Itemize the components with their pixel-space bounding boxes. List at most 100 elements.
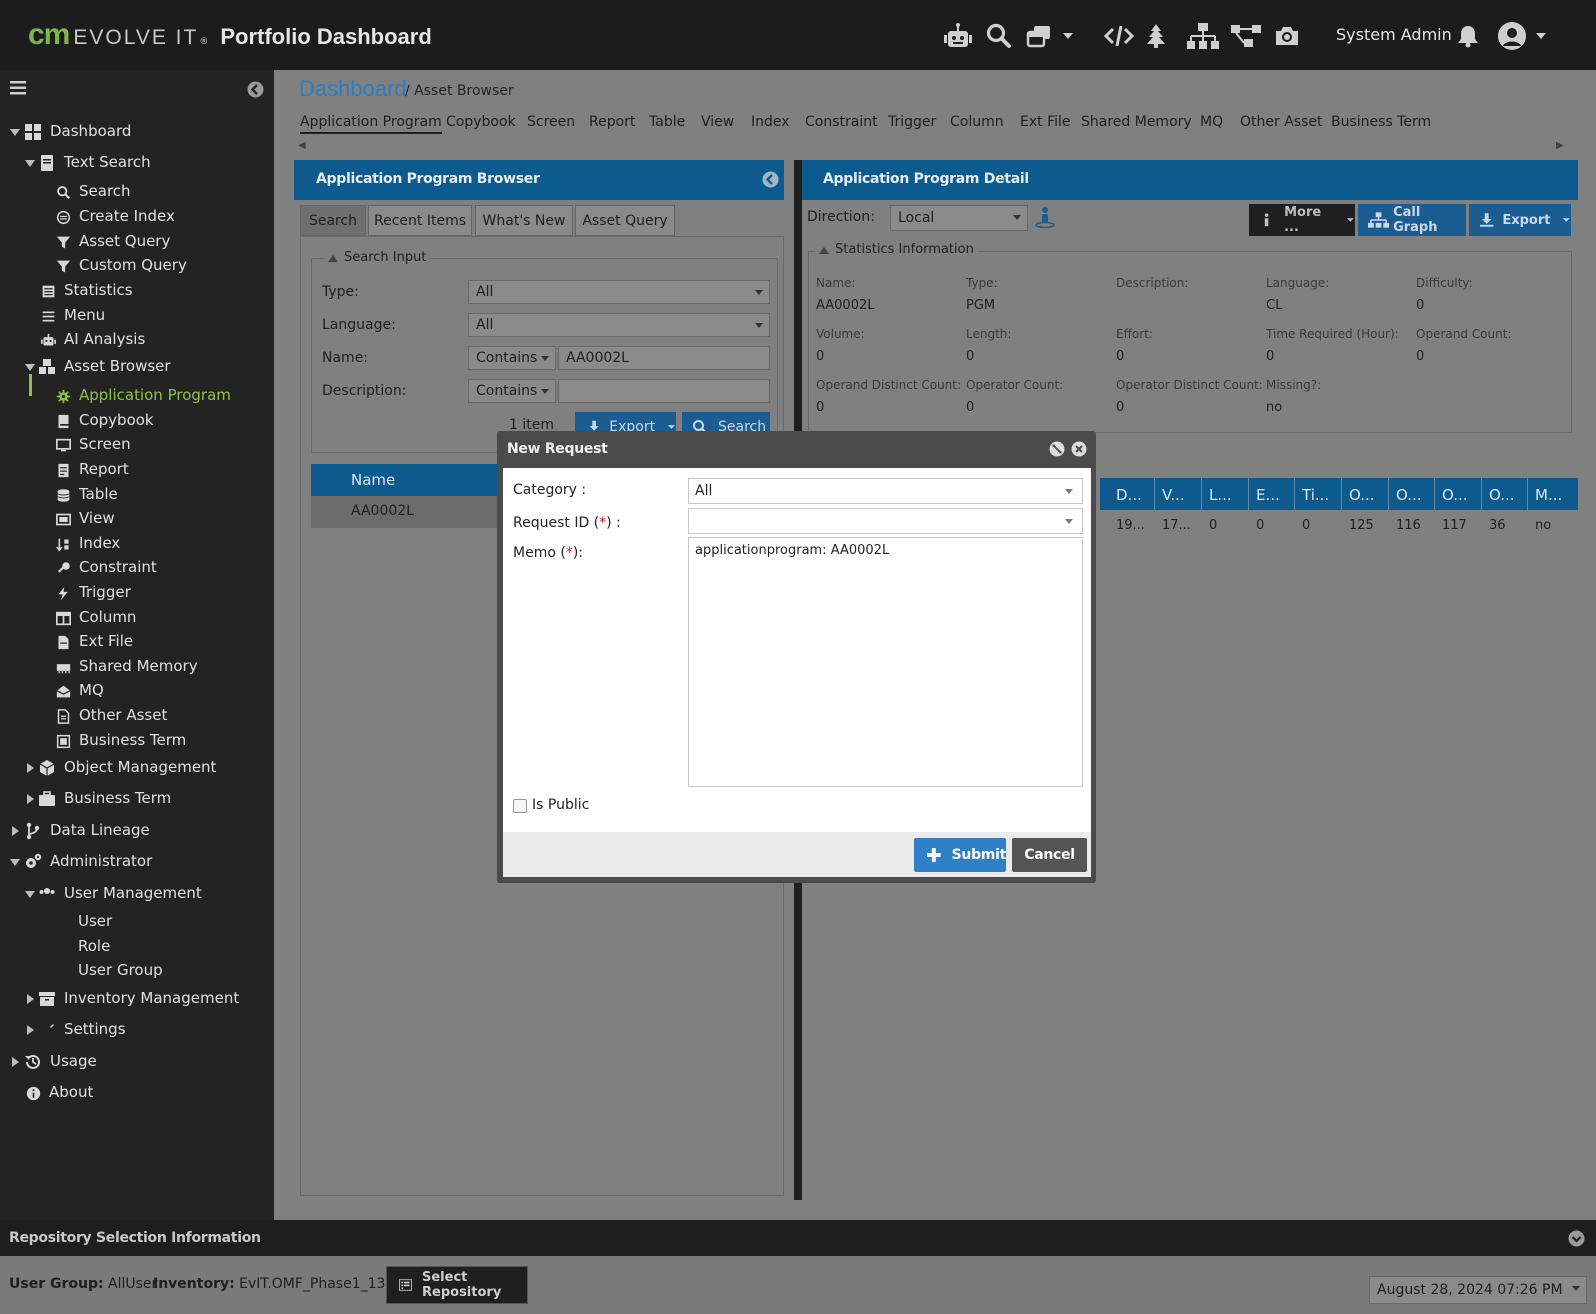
caret-right-icon[interactable] — [10, 826, 20, 836]
sidebar-item-create-index[interactable]: Create Index — [0, 205, 270, 229]
category-select[interactable]: All — [688, 478, 1083, 504]
sidebar-item-dashboard[interactable]: Dashboard — [0, 120, 270, 144]
sidebar-item-other-asset[interactable]: Other Asset — [0, 704, 270, 728]
caret-down-icon[interactable] — [25, 362, 35, 372]
column-divider[interactable] — [1294, 478, 1295, 510]
robot-icon[interactable] — [943, 22, 973, 50]
sidebar-item-trigger[interactable]: Trigger — [0, 581, 270, 605]
sidebar-item-ext-file[interactable]: Ext File — [0, 630, 270, 654]
sidebar-item-mq[interactable]: MQ — [0, 679, 270, 703]
detail-grid-header-cell[interactable]: O... — [1396, 486, 1422, 504]
sidebar-item-text-search[interactable]: Text Search — [0, 151, 270, 175]
detail-grid-cell[interactable]: 17... — [1162, 518, 1191, 533]
sidebar-item-index[interactable]: Index — [0, 532, 270, 556]
search-input-legend[interactable]: Search Input — [324, 250, 431, 265]
sidebar-item-object-management[interactable]: Object Management — [0, 756, 270, 780]
tree-icon[interactable] — [1145, 22, 1167, 50]
tab-asset-query[interactable]: Asset Query — [575, 205, 675, 236]
caret-down-icon[interactable] — [10, 127, 20, 137]
collapse-panel-icon[interactable] — [762, 171, 779, 188]
datetime-select[interactable]: August 28, 2024 07:26 PM — [1369, 1276, 1587, 1304]
caret-down-icon[interactable] — [10, 857, 20, 867]
tab-ext-file[interactable]: Ext File — [1020, 114, 1071, 130]
hamburger-menu-icon[interactable] — [9, 80, 27, 96]
sidebar-item-user-management[interactable]: User Management — [0, 882, 270, 906]
sidebar-item-inventory-management[interactable]: Inventory Management — [0, 987, 270, 1011]
memo-textarea[interactable]: applicationprogram: AA0002L — [688, 537, 1083, 787]
current-user-name[interactable]: System Admin — [1336, 25, 1452, 44]
tab-constraint[interactable]: Constraint — [805, 114, 878, 130]
sidebar-item-search[interactable]: Search — [0, 180, 270, 204]
tab-mq[interactable]: MQ — [1200, 114, 1223, 130]
detail-grid-cell[interactable]: 125 — [1349, 518, 1374, 533]
sidebar-item-report[interactable]: Report — [0, 458, 270, 482]
maximize-icon[interactable] — [1049, 441, 1065, 457]
detail-grid-cell[interactable]: 19... — [1116, 518, 1145, 533]
tab-scroll-left-icon[interactable]: ◀ — [298, 140, 306, 151]
sidebar-item-asset-browser[interactable]: Asset Browser — [0, 355, 270, 379]
breadcrumb-root[interactable]: Dashboard — [299, 76, 407, 102]
tab-recent-items[interactable]: Recent Items — [368, 205, 472, 236]
sitemap-icon[interactable] — [1229, 22, 1263, 50]
sidebar-item-menu[interactable]: Menu — [0, 304, 270, 328]
bell-icon[interactable] — [1456, 22, 1480, 50]
sidebar-item-custom-query[interactable]: Custom Query — [0, 254, 270, 278]
tab-other-asset[interactable]: Other Asset — [1240, 114, 1322, 130]
detail-grid-header-cell[interactable]: L... — [1209, 486, 1232, 504]
tab-column[interactable]: Column — [950, 114, 1004, 130]
detail-grid-header-cell[interactable]: O... — [1442, 486, 1468, 504]
tab-view[interactable]: View — [701, 114, 734, 130]
hierarchy-icon[interactable] — [1185, 22, 1221, 50]
cancel-button[interactable]: Cancel — [1012, 838, 1087, 872]
detail-grid-cell[interactable]: 0 — [1302, 518, 1310, 533]
sidebar-item-business-term[interactable]: Business Term — [0, 787, 270, 811]
sidebar-item-data-lineage[interactable]: Data Lineage — [0, 819, 270, 843]
tab-table[interactable]: Table — [649, 114, 685, 130]
description-input[interactable] — [558, 379, 770, 403]
caret-down-icon[interactable] — [25, 158, 35, 168]
tab-whats-new[interactable]: What's New — [475, 205, 573, 236]
collapse-sidebar-icon[interactable] — [246, 80, 264, 98]
sidebar-item-settings[interactable]: Settings — [0, 1018, 270, 1042]
call-graph-button[interactable]: Call Graph — [1358, 204, 1466, 236]
sidebar-item-asset-query[interactable]: Asset Query — [0, 230, 270, 254]
type-select[interactable]: All — [468, 280, 770, 304]
caret-down-icon[interactable] — [25, 889, 35, 899]
detail-grid-cell[interactable]: 0 — [1256, 518, 1264, 533]
tab-copybook[interactable]: Copybook — [446, 114, 516, 130]
sidebar-item-shared-memory[interactable]: Shared Memory — [0, 655, 270, 679]
detail-grid-header-cell[interactable]: O... — [1349, 486, 1375, 504]
caret-right-icon[interactable] — [25, 1025, 35, 1035]
grid-header-name[interactable]: Name — [351, 471, 395, 489]
chevron-down-icon[interactable] — [1060, 22, 1076, 50]
statistics-legend[interactable]: Statistics Information — [815, 242, 978, 257]
caret-right-icon[interactable] — [25, 763, 35, 773]
tab-report[interactable]: Report — [589, 114, 635, 130]
is-public-label[interactable]: Is Public — [532, 797, 589, 813]
sidebar-item-ai-analysis[interactable]: AI Analysis — [0, 328, 270, 352]
close-icon[interactable] — [1071, 441, 1087, 457]
sidebar-item-screen[interactable]: Screen — [0, 433, 270, 457]
detail-grid-header-cell[interactable]: V... — [1162, 486, 1185, 504]
user-avatar-icon[interactable] — [1496, 22, 1528, 50]
column-divider[interactable] — [1201, 478, 1202, 510]
sidebar-item-column[interactable]: Column — [0, 606, 270, 630]
tab-index[interactable]: Index — [751, 114, 790, 130]
detail-grid-header-cell[interactable]: M... — [1535, 486, 1562, 504]
detail-export-button[interactable]: Export — [1469, 204, 1571, 236]
sidebar-item-statistics[interactable]: Statistics — [0, 279, 270, 303]
windows-icon[interactable] — [1024, 22, 1054, 50]
sidebar-item-business-term[interactable]: Business Term — [0, 729, 270, 753]
language-select[interactable]: All — [468, 313, 770, 337]
code-icon[interactable] — [1104, 22, 1134, 50]
tab-screen[interactable]: Screen — [527, 114, 575, 130]
tab-business-term[interactable]: Business Term — [1331, 114, 1431, 130]
app-logo[interactable]: cm EVOLVE IT ® Portfolio Dashboard — [28, 18, 432, 52]
is-public-checkbox[interactable] — [513, 799, 527, 813]
column-divider[interactable] — [1154, 478, 1155, 510]
sidebar-item-constraint[interactable]: Constraint — [0, 556, 270, 580]
chevron-down-circle-icon[interactable] — [1568, 1230, 1585, 1247]
column-divider[interactable] — [1434, 478, 1435, 510]
tab-application-program[interactable]: Application Program — [300, 114, 442, 134]
detail-grid-header-cell[interactable]: D... — [1116, 486, 1142, 504]
